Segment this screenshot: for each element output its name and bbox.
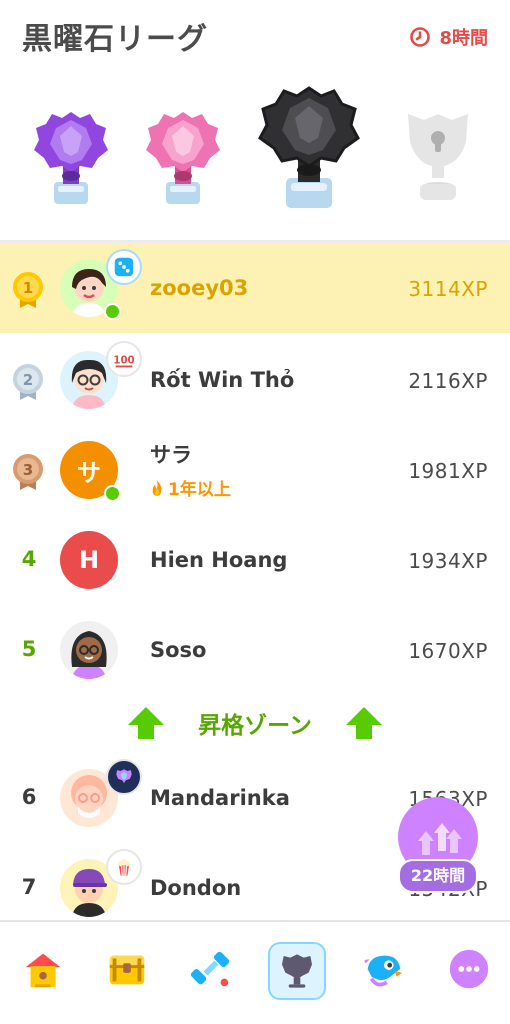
popcorn-badge-icon [106, 849, 142, 885]
league-timer: 8時間 [409, 24, 488, 50]
leaderboard-screen: 黒曜石リーグ 8時間 1 zooey03 3114XP 2 100 Rốt Wi… [0, 0, 510, 1024]
svg-text:3: 3 [23, 461, 33, 479]
svg-text:2: 2 [23, 371, 33, 389]
user-name: サラ [150, 443, 192, 467]
user-name: Hien Hoang [150, 548, 288, 572]
leaderboard-row-3[interactable]: 3 サ サラ 1年以上 1981XP [0, 425, 510, 515]
locked-trophy-icon[interactable] [398, 106, 478, 208]
bottom-navigation [0, 920, 510, 1024]
rank-number: 4 [21, 547, 37, 571]
svg-text:1: 1 [23, 279, 33, 297]
header: 黒曜石リーグ 8時間 [0, 0, 510, 72]
dice-badge-icon [106, 249, 142, 285]
avatar[interactable]: 100 [60, 341, 142, 411]
timer-label: 8時間 [439, 28, 488, 49]
user-xp: 1934XP [408, 549, 488, 573]
online-indicator [104, 485, 121, 502]
clock-icon [410, 27, 431, 47]
promotion-zone-label: 昇格ゾーン [198, 713, 312, 739]
obsidian-league-trophy-icon[interactable] [256, 82, 362, 212]
floating-timer-label: 22時間 [398, 859, 478, 893]
avatar[interactable]: サ [60, 441, 121, 502]
amethyst-league-trophy-icon[interactable] [30, 106, 112, 208]
more-icon [449, 949, 489, 989]
svg-text:100: 100 [113, 356, 134, 367]
league-trophies [0, 76, 510, 236]
online-indicator [104, 303, 121, 320]
gold-medal-icon: 1 [13, 272, 43, 308]
floating-league-timer[interactable]: 22時間 [396, 795, 480, 903]
league-trophy-badge-icon [106, 759, 142, 795]
silver-medal-icon: 2 [13, 364, 43, 400]
user-xp: 1981XP [408, 459, 488, 483]
up-arrow-icon [128, 707, 165, 739]
leaderboard-row-1[interactable]: 1 zooey03 3114XP [0, 243, 510, 333]
nav-leagues[interactable] [268, 942, 326, 1000]
user-name: zooey03 [150, 276, 249, 300]
leaderboard-row-2[interactable]: 2 100 Rốt Win Thỏ 2116XP [0, 335, 510, 425]
nav-home[interactable] [18, 944, 68, 994]
user-xp: 1670XP [408, 639, 488, 663]
100-badge-icon: 100 [106, 341, 142, 377]
up-arrow-icon [345, 707, 382, 739]
page-title: 黒曜石リーグ [22, 22, 208, 57]
dumbbell-icon [190, 951, 230, 987]
user-name: Dondon [150, 876, 242, 900]
avatar[interactable] [60, 849, 142, 919]
rank-number: 7 [21, 875, 37, 899]
flame-icon [152, 479, 162, 496]
house-icon [25, 953, 61, 988]
avatar[interactable] [60, 249, 142, 320]
duo-bird-icon [364, 955, 403, 987]
nav-stories[interactable] [358, 944, 408, 994]
rank-number: 5 [21, 637, 37, 661]
user-name: Mandarinka [150, 786, 290, 810]
nav-more[interactable] [444, 944, 494, 994]
user-xp: 3114XP [408, 277, 488, 301]
bronze-medal-icon: 3 [13, 454, 43, 490]
treasure-chest-icon [109, 955, 145, 985]
rank-number: 6 [21, 785, 37, 809]
leaderboard-row-5[interactable]: 5 Soso 1670XP [0, 605, 510, 695]
nav-practice[interactable] [186, 944, 236, 994]
leaderboard-row-4[interactable]: 4 H Hien Hoang 1934XP [0, 515, 510, 605]
avatar[interactable] [60, 621, 120, 681]
nav-quests[interactable] [102, 944, 152, 994]
pearl-league-trophy-icon[interactable] [142, 106, 224, 208]
user-xp: 2116XP [408, 369, 488, 393]
user-avatar-image [71, 631, 107, 679]
streak-badge: 1年以上 [150, 475, 231, 500]
user-name: Soso [150, 638, 207, 662]
promotion-zone-divider: 昇格ゾーン [0, 693, 510, 753]
streak-label: 1年以上 [168, 480, 231, 500]
user-name: Rốt Win Thỏ [150, 368, 295, 392]
avatar[interactable]: H [60, 531, 120, 591]
avatar-letter: H [60, 531, 118, 589]
league-shield-icon [282, 954, 312, 988]
avatar[interactable] [60, 759, 142, 829]
